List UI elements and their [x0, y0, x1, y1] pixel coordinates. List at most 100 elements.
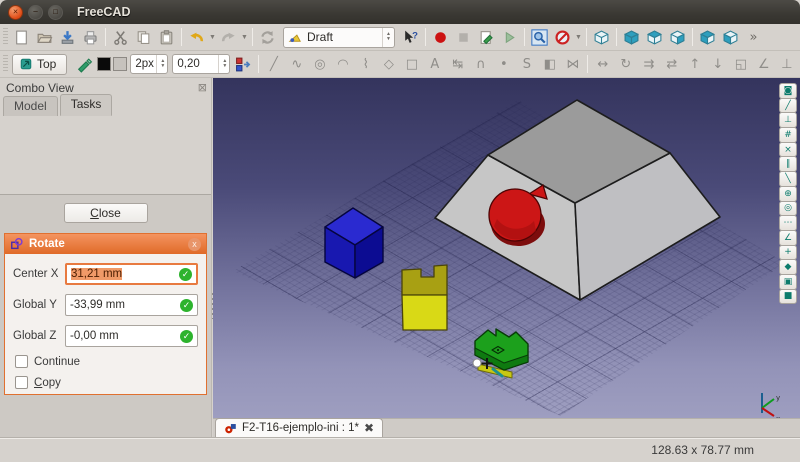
view-rear-icon[interactable] — [696, 26, 719, 49]
draft-text-icon[interactable]: A — [423, 53, 446, 76]
snap-workingplane-icon[interactable]: ■ — [779, 288, 797, 305]
global-y-input[interactable]: -33,99 mm ✓ — [65, 294, 198, 316]
snap-midpoint-icon[interactable]: + — [779, 244, 797, 261]
draft-wpproximity-icon[interactable]: ⊥ — [775, 53, 798, 76]
snap-angle-icon[interactable]: ∠ — [779, 229, 797, 246]
print-icon[interactable] — [79, 26, 102, 49]
center-x-input[interactable]: 31,21 mm ✓ — [65, 263, 198, 285]
open-document-icon[interactable] — [33, 26, 56, 49]
snap-special-icon[interactable]: ▣ — [779, 273, 797, 290]
draft-offset-icon[interactable]: ⇉ — [637, 53, 660, 76]
document-tab[interactable]: F2-T16-ejemplo-ini : 1* ✖ — [215, 418, 384, 437]
save-icon[interactable] — [56, 26, 79, 49]
gray-pad — [434, 99, 721, 301]
toolbar-overflow-icon[interactable]: » — [742, 26, 765, 49]
construction-mode-icon[interactable] — [73, 53, 96, 76]
macro-stop-icon[interactable] — [452, 26, 475, 49]
redo-icon[interactable] — [217, 26, 240, 49]
rotate-task-icon — [11, 237, 23, 250]
workbench-dropdown-arrows[interactable]: ▲ ▼ — [382, 27, 391, 47]
window-minimize-button[interactable]: − — [28, 4, 43, 20]
global-z-input[interactable]: -0,00 mm ✓ — [65, 325, 198, 347]
box-zoom-icon[interactable] — [528, 26, 551, 49]
clipping-dropdown-icon[interactable]: ▼ — [574, 34, 583, 41]
continue-checkbox[interactable] — [15, 355, 28, 368]
snap-perpendicular-icon[interactable]: ⊥ — [779, 112, 797, 129]
working-plane-icon — [20, 58, 32, 70]
document-tab-close-icon[interactable]: ✖ — [364, 421, 374, 435]
snap-near-icon[interactable]: ╲ — [779, 171, 797, 187]
line-width-spinbox[interactable]: 2px ▲ ▼ — [130, 54, 169, 74]
toolbar-drag-handle[interactable] — [3, 55, 8, 73]
draft-edit-icon[interactable]: ∠ — [752, 53, 775, 76]
draft-clone-icon[interactable]: ⋈ — [561, 53, 584, 76]
draft-upgrade-icon[interactable]: ↑ — [683, 53, 706, 76]
draft-scale-icon[interactable]: ◱ — [729, 53, 752, 76]
valid-check-icon: ✓ — [180, 298, 193, 312]
continue-label: Continue — [34, 355, 81, 368]
view-axonometric-icon[interactable] — [590, 26, 613, 49]
draft-polygon-icon[interactable]: ◇ — [377, 53, 400, 76]
draft-rectangle-icon[interactable]: □ — [400, 53, 423, 76]
draft-bspline-icon[interactable]: ⌇ — [354, 53, 377, 76]
snap-extension-icon[interactable]: ◆ — [779, 259, 797, 275]
apply-style-icon[interactable] — [232, 53, 255, 76]
snap-ortho-icon[interactable]: ⊕ — [779, 185, 797, 202]
text-scale-spinbox[interactable]: 0,20 ▲ ▼ — [172, 54, 231, 74]
draft-move-icon[interactable]: ↔ — [591, 53, 614, 76]
view-top-icon[interactable] — [643, 26, 666, 49]
window-maximize-button[interactable]: ◻ — [48, 4, 63, 20]
draft-dimension-icon[interactable]: ↹ — [446, 53, 469, 76]
rotate-close-icon[interactable]: x — [188, 237, 201, 251]
workbench-selected-label: Draft — [307, 30, 334, 44]
draft-arc3points-icon[interactable]: ∩ — [469, 53, 492, 76]
draft-shapestring-icon[interactable]: S — [515, 53, 538, 76]
whats-this-icon[interactable]: ? — [399, 26, 422, 49]
draft-circle-icon[interactable]: ◎ — [308, 53, 331, 76]
macro-edit-icon[interactable] — [475, 26, 498, 49]
clipping-plane-icon[interactable] — [551, 26, 574, 49]
refresh-icon[interactable] — [256, 26, 279, 49]
workbench-selector[interactable]: Draft ▲ ▼ — [283, 26, 395, 48]
view-right-icon[interactable] — [666, 26, 689, 49]
tab-tasks[interactable]: Tasks — [59, 94, 113, 116]
draft-point-icon[interactable]: • — [492, 53, 515, 76]
redo-dropdown-icon[interactable]: ▼ — [240, 34, 249, 41]
draft-arc-icon[interactable]: ◠ — [331, 53, 354, 76]
panel-float-icon[interactable]: ⊠ — [198, 81, 207, 94]
snap-dimensions-icon[interactable]: ⋯ — [779, 215, 797, 231]
line-color-swatch[interactable] — [97, 57, 112, 71]
snap-center-icon[interactable]: ◎ — [779, 200, 797, 217]
snap-intersection-icon[interactable]: × — [779, 141, 797, 158]
window-close-button[interactable]: × — [8, 4, 23, 20]
snap-grid-icon[interactable]: # — [779, 127, 797, 143]
undo-icon[interactable] — [185, 26, 208, 49]
macro-play-icon[interactable] — [498, 26, 521, 49]
macro-record-icon[interactable] — [429, 26, 452, 49]
snap-parallel-icon[interactable]: ∥ — [779, 156, 797, 173]
3d-viewport[interactable]: y x ◙╱⊥#×∥╲⊕◎⋯∠+◆▣■ — [213, 78, 800, 418]
set-working-plane-button[interactable]: Top — [12, 53, 68, 75]
new-document-icon[interactable] — [10, 26, 33, 49]
draft-downgrade-icon[interactable]: ↓ — [706, 53, 729, 76]
paste-icon[interactable] — [155, 26, 178, 49]
svg-text:y: y — [776, 394, 780, 402]
valid-check-icon: ✓ — [179, 267, 192, 281]
cut-icon[interactable] — [109, 26, 132, 49]
tab-model[interactable]: Model — [3, 96, 58, 116]
draft-line-icon[interactable]: ╱ — [262, 53, 285, 76]
draft-rotate-icon[interactable]: ↻ — [614, 53, 637, 76]
toolbar-drag-handle[interactable] — [3, 28, 8, 46]
snap-lock-icon[interactable]: ◙ — [779, 83, 797, 99]
copy-icon[interactable] — [132, 26, 155, 49]
view-bottom-icon[interactable] — [719, 26, 742, 49]
draft-trimex-icon[interactable]: ⇄ — [660, 53, 683, 76]
copy-checkbox[interactable] — [15, 376, 28, 389]
close-task-button[interactable]: Close — [63, 203, 148, 223]
view-front-icon[interactable] — [620, 26, 643, 49]
draft-polyline-icon[interactable]: ∿ — [285, 53, 308, 76]
face-color-swatch[interactable] — [113, 57, 128, 71]
undo-dropdown-icon[interactable]: ▼ — [208, 34, 217, 41]
draft-facebinder-icon[interactable]: ◧ — [538, 53, 561, 76]
snap-endpoint-icon[interactable]: ╱ — [779, 97, 797, 114]
